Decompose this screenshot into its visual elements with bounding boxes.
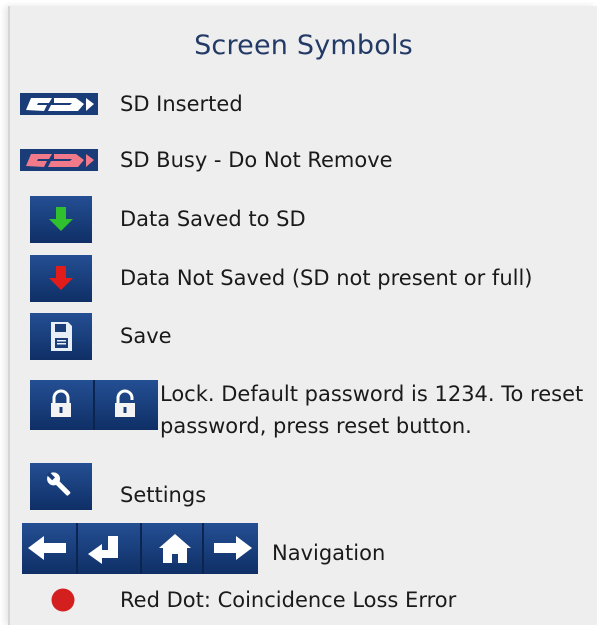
lock-open-icon [115,389,135,417]
list-item-label: Lock. Default password is 1234. To reset… [160,382,584,438]
padlock-icons [30,380,158,430]
list-item-label: Data Saved to SD [120,207,306,231]
lock-closed-icon [51,389,71,417]
sd-card-red-icon [20,149,98,175]
screen-symbols-panel: Screen Symbols SD Inserted SD Busy - Do … [8,6,597,625]
wrench-icon [30,463,92,510]
list-item-label: Settings [120,483,207,507]
arrow-right-icon [214,536,252,560]
navigation-icons [22,523,258,574]
page-title: Screen Symbols [194,30,413,61]
red-dot-icon [51,588,75,616]
list-item-label: SD Inserted [120,92,243,116]
arrow-left-icon [28,536,66,560]
list-item-label: Data Not Saved (SD not present or full) [120,266,533,290]
enter-icon [88,536,118,564]
arrow-down-red-icon [30,255,92,302]
floppy-disk-icon [30,313,92,360]
list-item-label: Red Dot: Coincidence Loss Error [120,588,457,612]
arrow-down-green-icon [30,196,92,243]
list-item-label: Navigation [272,541,386,565]
sd-card-white-icon [20,93,98,119]
list-item-label: SD Busy - Do Not Remove [120,148,393,172]
list-item-label: Save [120,324,172,348]
home-icon [159,534,191,563]
